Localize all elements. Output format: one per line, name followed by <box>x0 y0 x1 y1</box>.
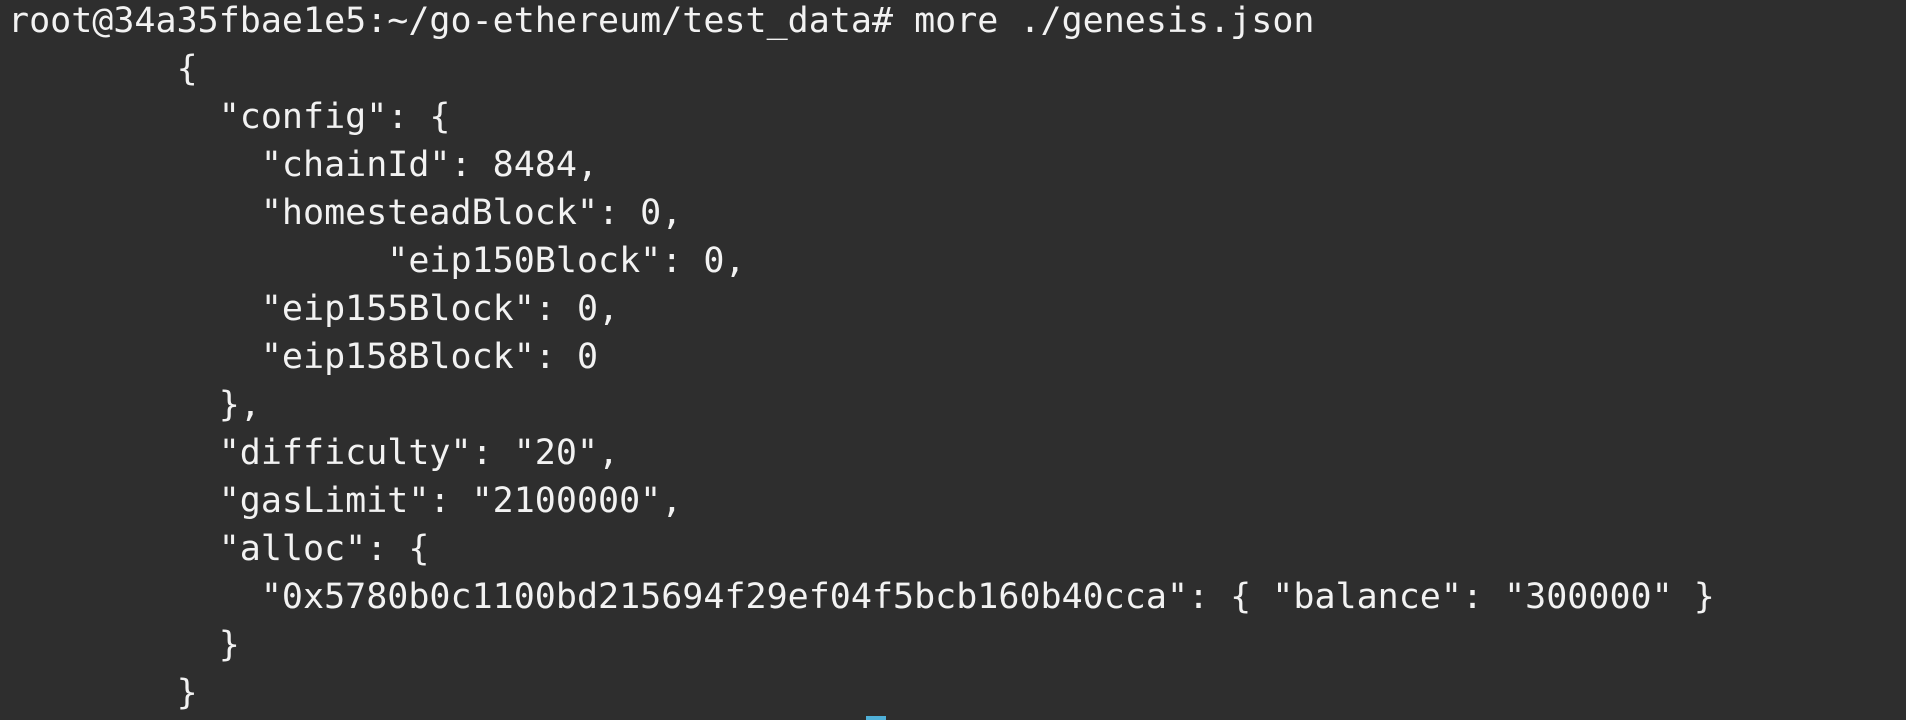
output-line: "eip158Block": 0 <box>8 337 599 377</box>
text-cursor <box>866 716 886 720</box>
shell-prompt: root@34a35fbae1e5:~/go-ethereum/test_dat… <box>8 1 915 41</box>
terminal-command-line: root@34a35fbae1e5:~/go-ethereum/test_dat… <box>8 0 1314 45</box>
output-line: "gasLimit": "2100000", <box>8 481 683 521</box>
output-line: "eip150Block": 0, <box>8 241 746 281</box>
output-line: } <box>8 673 198 713</box>
terminal-window[interactable]: root@34a35fbae1e5:~/go-ethereum/test_dat… <box>0 0 1906 720</box>
output-line: }, <box>8 385 261 425</box>
output-line: "chainId": 8484, <box>8 145 599 185</box>
output-line: "0x5780b0c1100bd215694f29ef04f5bcb160b40… <box>8 577 1715 617</box>
output-line: } <box>8 625 240 665</box>
output-line: "config": { <box>8 97 451 137</box>
output-line: { <box>8 49 198 89</box>
output-line: "difficulty": "20", <box>8 433 620 473</box>
output-line: "eip155Block": 0, <box>8 289 620 329</box>
command-text: more ./genesis.json <box>914 1 1315 41</box>
output-line: "homesteadBlock": 0, <box>8 193 683 233</box>
output-line: "alloc": { <box>8 529 430 569</box>
